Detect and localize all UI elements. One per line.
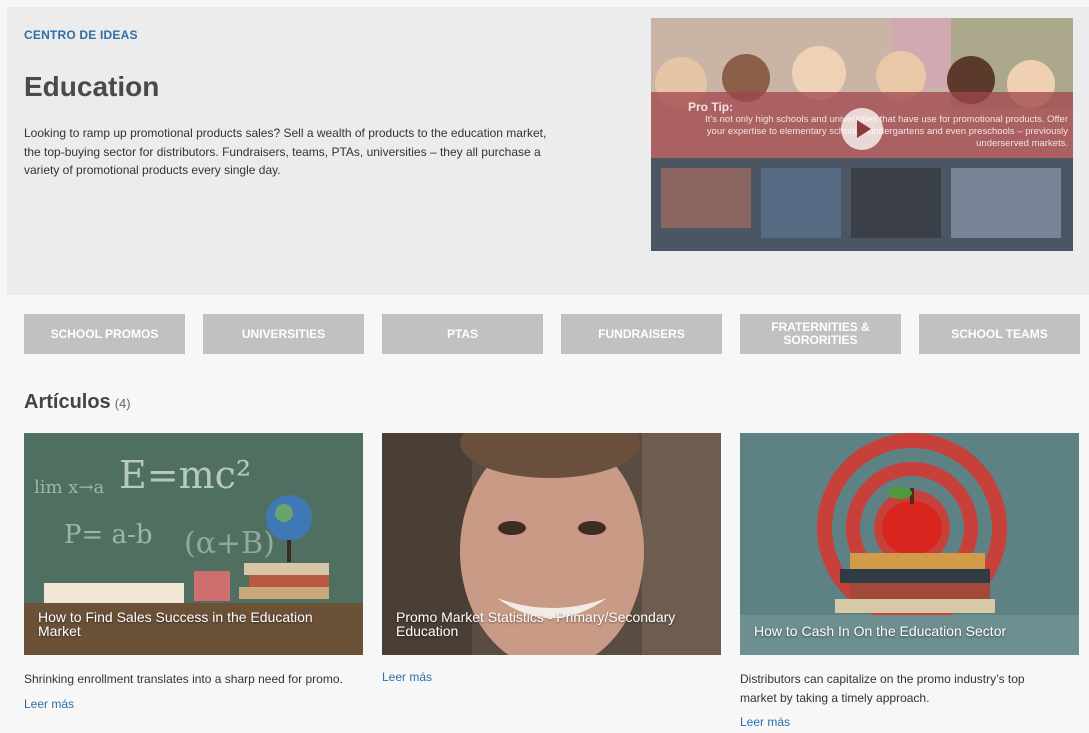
pro-tip-title: Pro Tip: [688,100,734,114]
article-card: Promo Market Statistics - Primary/Second… [382,433,721,684]
tab-ptas[interactable]: PTAS [382,314,543,354]
article-image[interactable]: How to Cash In On the Education Sector [740,433,1079,655]
article-image[interactable]: Promo Market Statistics - Primary/Second… [382,433,721,655]
article-card: lim x→a E=mc² P= a-b (α+B) How to Find S… [24,433,363,711]
read-more-link[interactable]: Leer más [382,670,721,684]
read-more-link[interactable]: Leer más [24,697,363,711]
page-title: Education [24,71,160,102]
articles-heading: Artículos (4) [24,391,131,414]
tab-school-teams[interactable]: SCHOOL TEAMS [919,314,1080,354]
article-card: How to Cash In On the Education Sector D… [740,433,1079,729]
video-thumbnail[interactable]: Pro Tip: It’s not only high schools and … [651,18,1073,251]
tab-fundraisers[interactable]: FUNDRAISERS [561,314,722,354]
article-description: Distributors can capitalize on the promo… [740,672,1025,705]
category-tabs: SCHOOL PROMOS UNIVERSITIES PTAS FUNDRAIS… [24,314,1080,354]
svg-text:lim x→a: lim x→a [34,477,105,498]
play-icon[interactable] [841,108,883,150]
articles-count: (4) [114,396,131,411]
svg-text:E=mc²: E=mc² [119,453,251,497]
article-caption[interactable]: How to Find Sales Success in the Educati… [38,609,351,639]
svg-text:P= a-b: P= a-b [64,520,152,550]
tab-universities[interactable]: UNIVERSITIES [203,314,364,354]
hero-description: Looking to ramp up promotional products … [24,126,547,178]
article-caption[interactable]: Promo Market Statistics - Primary/Second… [396,609,709,639]
svg-text:(α+B): (α+B) [184,526,275,561]
article-image[interactable]: lim x→a E=mc² P= a-b (α+B) How to Find S… [24,433,363,655]
article-description: Shrinking enrollment translates into a s… [24,672,343,686]
apple-target-photo [740,433,1079,655]
tab-school-promos[interactable]: SCHOOL PROMOS [24,314,185,354]
read-more-link[interactable]: Leer más [740,715,1079,729]
articles-title: Artículos [24,391,111,413]
article-caption[interactable]: How to Cash In On the Education Sector [754,624,1067,639]
tab-fraternities-sororities[interactable]: FRATERNITIES & SORORITIES [740,314,901,354]
eyebrow-label[interactable]: CENTRO DE IDEAS [24,28,138,42]
